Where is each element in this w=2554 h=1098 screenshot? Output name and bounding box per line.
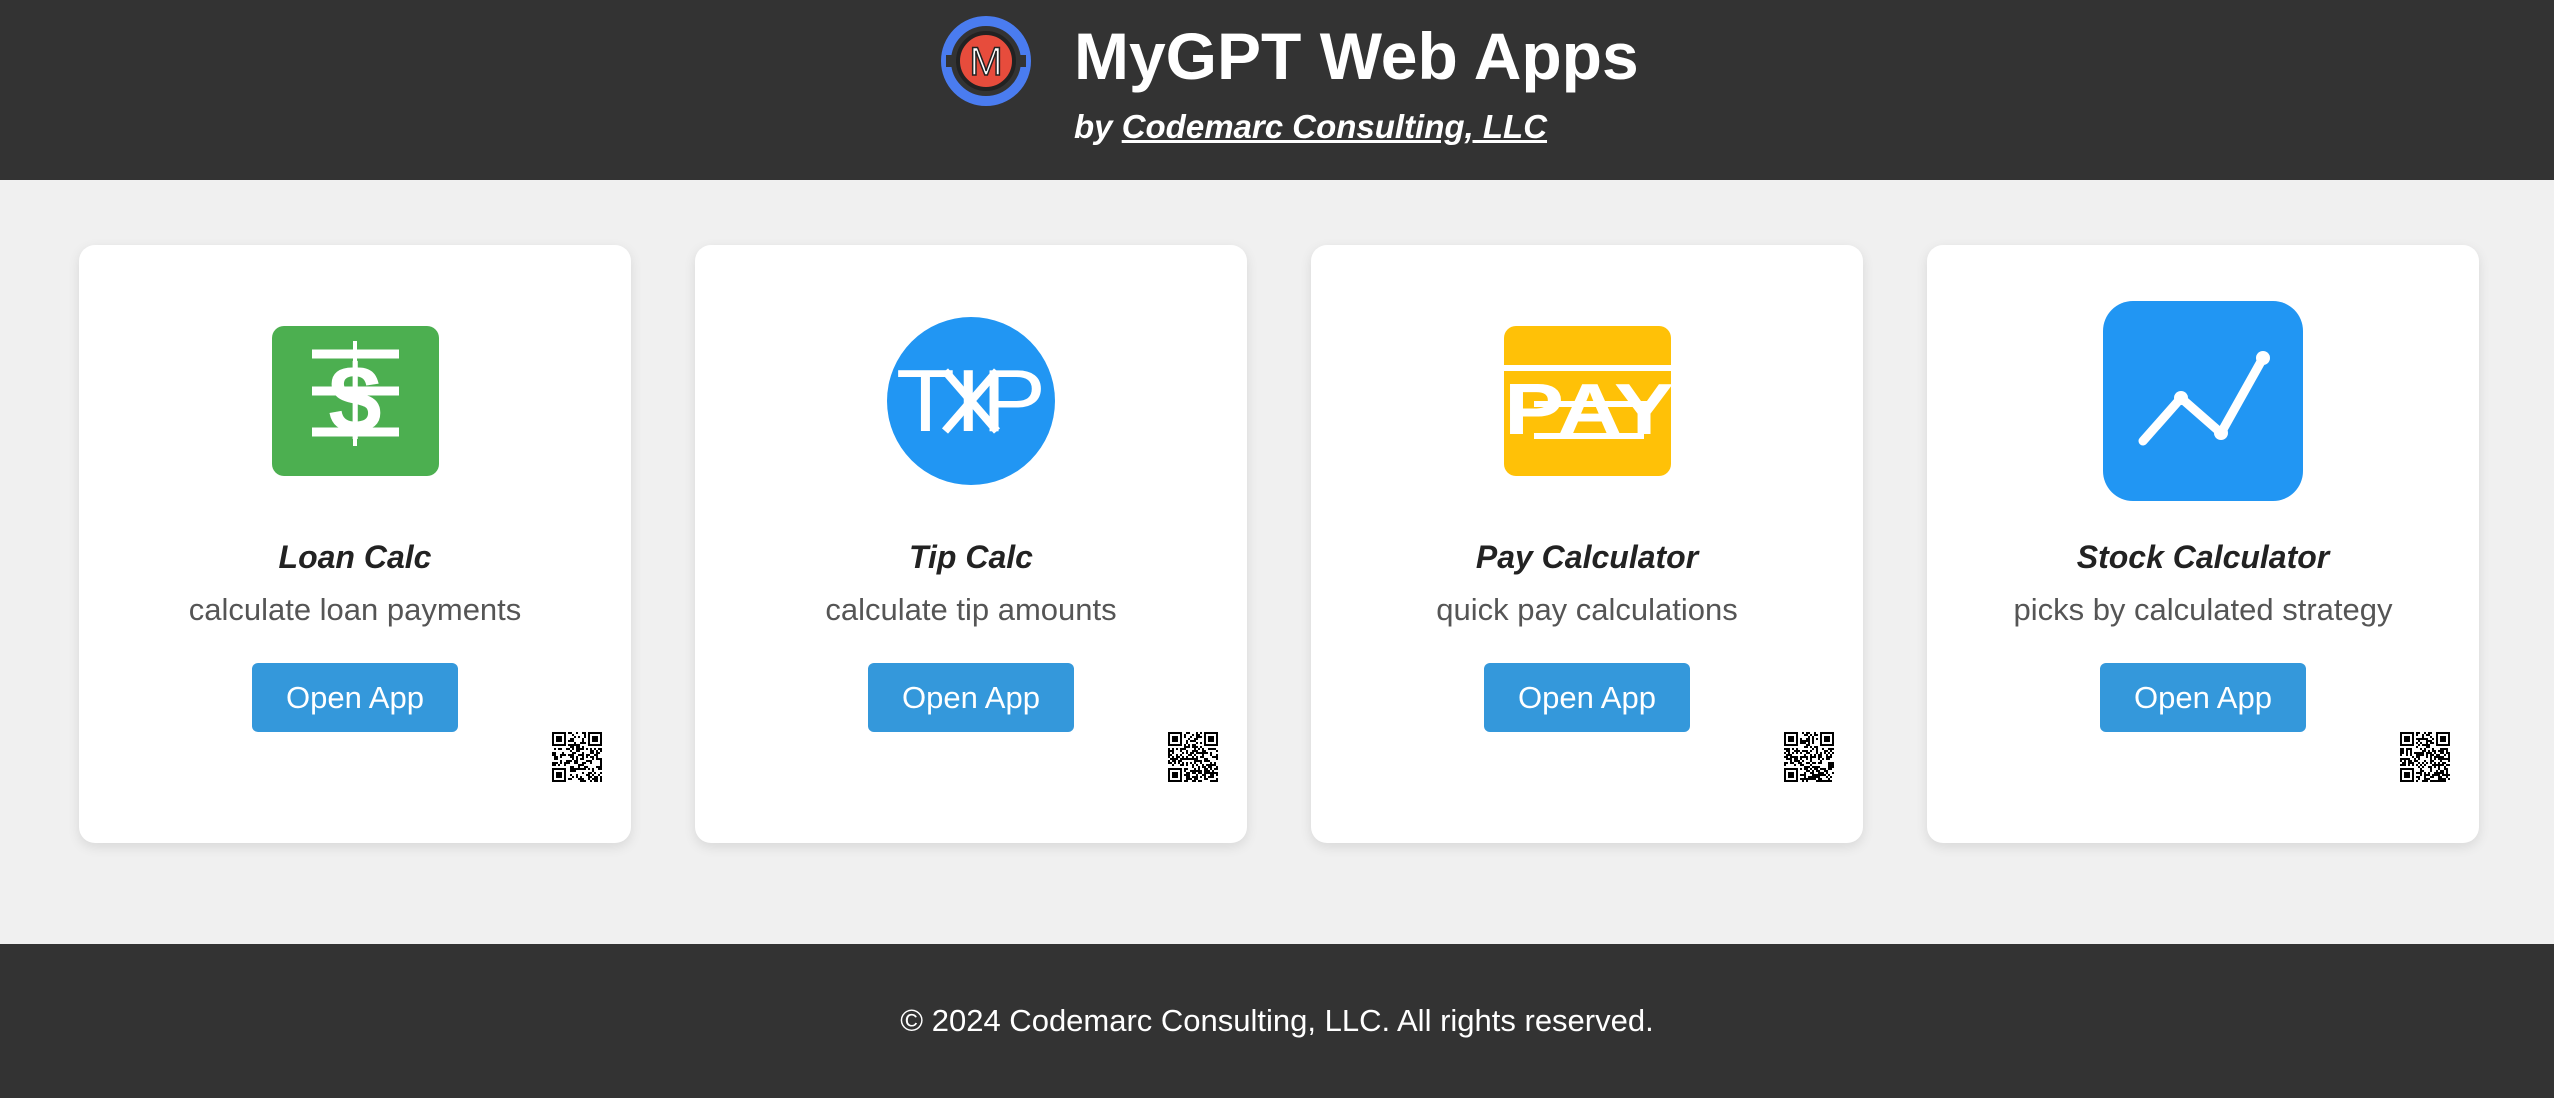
app-card-loan-calc: $ Loan Calc calculate loan payments Open… [79, 245, 631, 843]
app-description: quick pay calculations [1436, 592, 1738, 627]
app-description: calculate loan payments [188, 592, 522, 627]
stock-chart-icon [2103, 301, 2303, 501]
qr-code-icon[interactable] [1784, 732, 1834, 782]
dollar-sign-icon: $ [272, 326, 439, 476]
pay-icon: PAY [1504, 326, 1671, 476]
open-app-button[interactable]: Open App [252, 663, 458, 732]
open-app-button[interactable]: Open App [1484, 663, 1690, 732]
app-card-pay-calculator: PAY Pay Calculator quick pay calculation… [1311, 245, 1863, 843]
qr-code-icon[interactable] [2400, 732, 2450, 782]
logo-letter: M [969, 40, 1002, 84]
app-description: picks by calculated strategy [2013, 592, 2393, 627]
app-card-stock-calculator: Stock Calculator picks by calculated str… [1927, 245, 2479, 843]
qr-code-icon[interactable] [1168, 732, 1218, 782]
tip-icon: TIP [887, 317, 1055, 485]
app-name: Loan Calc [278, 539, 432, 575]
mygpt-logo-icon: M [941, 16, 1031, 106]
site-footer: © 2024 Codemarc Consulting, LLC. All rig… [0, 944, 2554, 1098]
company-link[interactable]: Codemarc Consulting, LLC [1122, 108, 1547, 145]
app-name: Tip Calc [909, 539, 1033, 575]
open-app-button[interactable]: Open App [2100, 663, 2306, 732]
app-name: Stock Calculator [2076, 539, 2330, 575]
app-description: calculate tip amounts [825, 592, 1117, 627]
open-app-button[interactable]: Open App [868, 663, 1074, 732]
byline-prefix: by [1074, 108, 1113, 145]
app-name: Pay Calculator [1475, 539, 1699, 575]
page-title: MyGPT Web Apps [1074, 19, 1639, 93]
qr-code-icon[interactable] [552, 732, 602, 782]
byline: by Codemarc Consulting, LLC [1074, 107, 1547, 147]
app-card-tip-calc: TIP Tip Calc calculate tip amounts Open … [695, 245, 1247, 843]
copyright-text: © 2024 Codemarc Consulting, LLC. All rig… [900, 1003, 1654, 1038]
site-header: M MyGPT Web Apps by Codemarc Consulting,… [0, 0, 2554, 180]
